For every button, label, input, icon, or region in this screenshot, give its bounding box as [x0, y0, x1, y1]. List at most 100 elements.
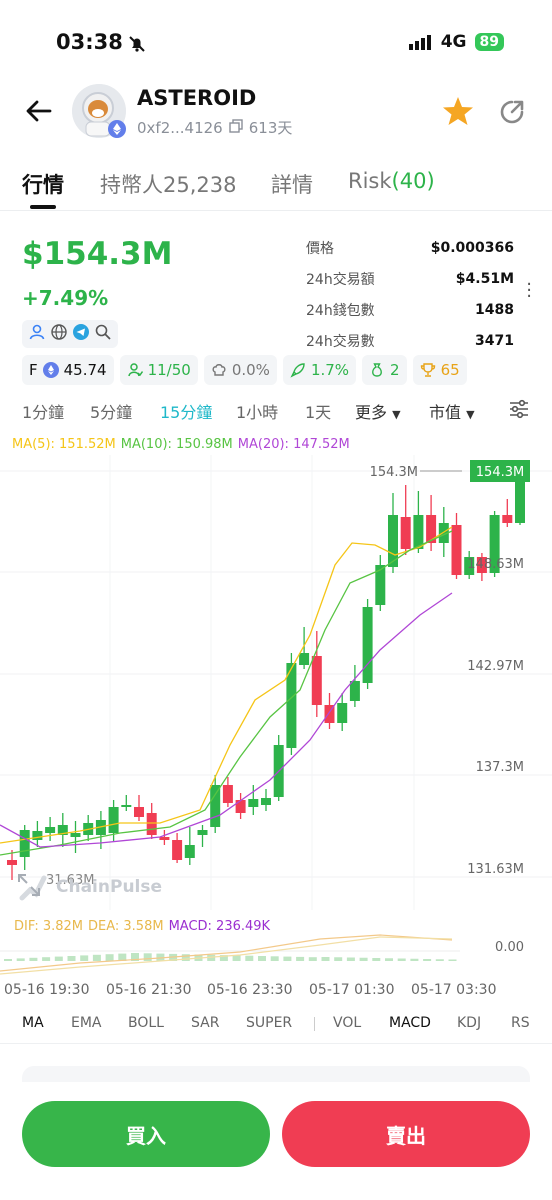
indicator-macd[interactable]: MACD — [389, 1015, 431, 1031]
candle-body — [197, 830, 208, 835]
eth-icon — [42, 362, 59, 378]
badge-fresh[interactable]: F 45.74 — [22, 355, 114, 385]
stat-label: 24h錢包數 — [306, 302, 375, 319]
interval-1h[interactable]: 1小時 — [236, 399, 278, 423]
indicator-super[interactable]: SUPER — [246, 1015, 292, 1031]
metric-dropdown[interactable]: 市值 ▼ — [429, 399, 475, 423]
header-divider — [0, 210, 552, 211]
tab-underline — [30, 205, 56, 209]
interval-1d[interactable]: 1天 — [305, 399, 331, 423]
macd-zero-label: 0.00 — [495, 940, 524, 955]
stat-value: $0.000366 — [430, 239, 514, 256]
indicator-boll[interactable]: BOLL — [128, 1015, 164, 1031]
chart-settings-icon[interactable] — [508, 398, 530, 424]
interval-5m[interactable]: 5分鐘 — [90, 399, 132, 423]
tab-risk[interactable]: Risk(40) — [348, 169, 435, 193]
holder-icon — [127, 363, 143, 377]
copy-icon[interactable] — [229, 118, 243, 137]
candle-body — [184, 845, 195, 858]
candle-body — [299, 653, 310, 665]
badge-money[interactable]: 2 — [362, 355, 407, 385]
candle-body — [172, 840, 183, 860]
macd-value-legend: MACD: 236.49K — [168, 919, 271, 934]
macd-bar — [4, 959, 12, 961]
rocket-icon — [290, 363, 305, 378]
badge-rocket[interactable]: 1.7% — [282, 355, 357, 385]
token-address: 0xf2...4126 — [137, 118, 223, 137]
macd-panel: 0.00 — [0, 934, 524, 975]
more-intervals-dropdown[interactable]: 更多 ▼ — [355, 399, 401, 423]
macd-bar — [296, 956, 305, 961]
badge-value: 45.74 — [63, 361, 107, 379]
status-time: 03:38 — [56, 30, 123, 54]
indicator-kdj[interactable]: KDJ — [457, 1015, 481, 1031]
macd-bar — [16, 958, 25, 961]
macd-bar — [258, 956, 266, 961]
indicator-rs[interactable]: RS — [511, 1015, 530, 1031]
candle-body — [7, 860, 17, 865]
indicator-ma[interactable]: MA — [22, 1015, 44, 1031]
badge-row: F 45.74 11/50 0.0% 1.7% 2 65 — [22, 355, 467, 385]
tab-market[interactable]: 行情 — [22, 169, 64, 199]
candle-body — [121, 805, 132, 807]
battery-icon: 89 — [474, 33, 504, 51]
candle-body — [222, 785, 233, 803]
dif-legend: DIF: 3.82M — [14, 919, 83, 934]
x-tick: 05-16 19:30 — [4, 982, 90, 998]
ma-legend: MA(5): 151.52M MA(10): 150.98M MA(20): 1… — [12, 437, 350, 452]
search-icon[interactable] — [94, 323, 112, 345]
token-age: 613天 — [248, 119, 293, 137]
badge-value: 0.0% — [231, 361, 270, 379]
x-tick: 05-17 03:30 — [411, 982, 497, 998]
current-price-label: 154.3M — [476, 465, 524, 480]
macd-bar — [270, 956, 279, 961]
tab-holders[interactable]: 持幣人25,238 — [100, 169, 236, 199]
interval-1m[interactable]: 1分鐘 — [22, 399, 64, 423]
expand-chart-icon[interactable] — [16, 872, 42, 902]
ma5-legend: MA(5): 151.52M — [12, 437, 116, 452]
badge-holders[interactable]: 11/50 — [119, 355, 198, 385]
sell-button[interactable]: 賣出 — [282, 1101, 530, 1167]
social-links — [22, 320, 118, 348]
y-tick: 148.63M — [467, 557, 524, 572]
candle-body — [210, 785, 221, 827]
token-stats: 價格 $0.000366 24h交易額 $4.51M 24h錢包數 1488 24h交… — [306, 232, 514, 356]
buy-button[interactable]: 買入 — [22, 1101, 270, 1167]
indicator-sar[interactable]: SAR — [191, 1015, 219, 1031]
interval-15m[interactable]: 15分鐘 — [160, 399, 212, 423]
tab-risk-count: (40) — [391, 169, 435, 193]
candle-body — [248, 799, 259, 807]
macd-bar — [181, 954, 190, 961]
badge-value: 2 — [390, 361, 400, 379]
candle-body — [413, 515, 424, 549]
badge-trophy[interactable]: 65 — [412, 355, 467, 385]
telegram-icon[interactable] — [72, 323, 90, 345]
stat-row: 24h錢包數 1488 — [306, 294, 514, 325]
back-button[interactable] — [24, 96, 54, 126]
favorite-star-icon[interactable] — [442, 96, 474, 130]
macd-bar — [321, 957, 330, 961]
tab-risk-label: Risk — [348, 169, 392, 193]
indicator-vol[interactable]: VOL — [333, 1015, 361, 1031]
profile-icon[interactable] — [28, 323, 46, 345]
macd-bar — [435, 959, 444, 961]
y-tick: 142.97M — [467, 659, 524, 674]
badge-dev[interactable]: 0.0% — [203, 355, 277, 385]
tab-details[interactable]: 詳情 — [271, 169, 313, 199]
ma20-line — [0, 592, 453, 848]
indicator-ema[interactable]: EMA — [71, 1015, 102, 1031]
back-arrow-icon — [26, 100, 52, 122]
share-icon[interactable] — [498, 98, 526, 130]
stat-value: $4.51M — [455, 270, 514, 287]
chef-hat-icon — [212, 364, 226, 376]
badge-value: 1.7% — [310, 361, 350, 379]
website-globe-icon[interactable] — [50, 323, 68, 345]
high-label: 154.3M — [370, 465, 418, 480]
macd-bar — [346, 957, 355, 961]
ma20-legend: MA(20): 147.52M — [237, 437, 350, 452]
more-options-icon[interactable]: · · · — [526, 276, 532, 306]
macd-bar — [385, 958, 393, 961]
candle-body — [349, 681, 360, 701]
macd-bar — [448, 959, 457, 961]
macd-bar — [410, 958, 419, 961]
